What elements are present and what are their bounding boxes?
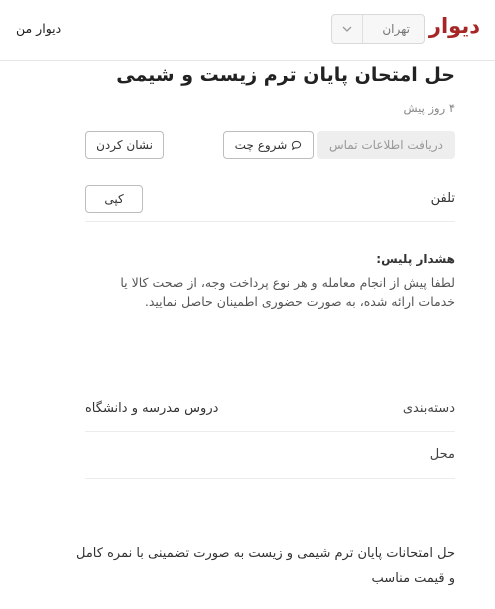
post-description: حل امتحانات پایان ترم شیمی و زیست به صور… <box>76 546 455 586</box>
warning-body: لطفا پیش از انجام معامله و هر نوع پرداخت… <box>120 275 455 309</box>
top-header: دیوار تهران دیوار من <box>0 0 495 61</box>
location-label: محل <box>429 447 455 462</box>
post-time: ۴ روز پیش <box>403 101 456 115</box>
my-divar-link[interactable]: دیوار من <box>16 21 61 36</box>
divar-logo[interactable]: دیوار <box>429 14 481 38</box>
category-label: دسته‌بندی <box>402 401 455 416</box>
chevron-down-icon <box>332 15 363 43</box>
start-chat-label: شروع چت <box>234 138 288 152</box>
bookmark-button[interactable]: نشان کردن <box>85 131 164 159</box>
warning-title: هشدار پلیس: <box>376 252 455 266</box>
divider <box>85 478 455 479</box>
divider <box>85 221 455 222</box>
city-selector[interactable]: تهران <box>331 14 425 44</box>
contact-info-button[interactable]: دریافت اطلاعات تماس <box>317 131 455 159</box>
chat-bubble-icon <box>292 140 302 150</box>
category-value[interactable]: دروس مدرسه و دانشگاه <box>85 401 218 416</box>
city-label: تهران <box>382 22 410 36</box>
post-title: حل امتحان پایان ترم زیست و شیمی <box>116 64 455 86</box>
phone-label: تلفن <box>430 191 455 206</box>
copy-phone-button[interactable]: کپی <box>85 185 143 213</box>
divider <box>85 431 455 432</box>
start-chat-button[interactable]: شروع چت <box>223 131 314 159</box>
